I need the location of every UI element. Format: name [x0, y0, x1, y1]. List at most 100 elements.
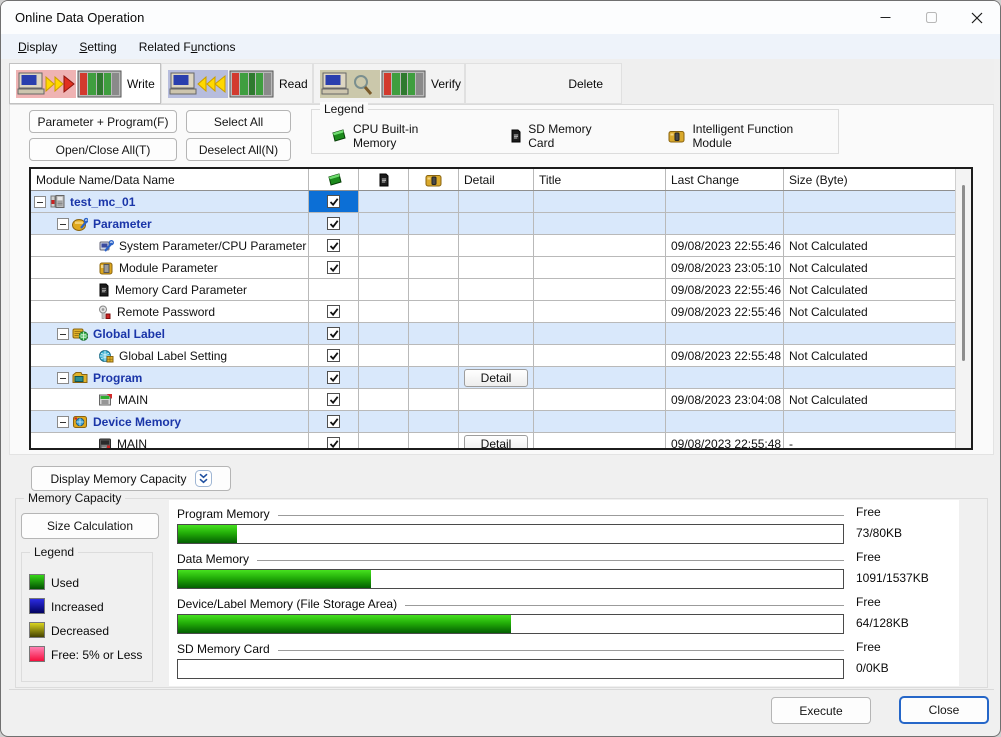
row-checkbox[interactable] [327, 437, 340, 448]
legend-swatch-increased [29, 598, 45, 614]
checkbox-cell [309, 257, 359, 278]
tree-name-cell: MAIN [31, 433, 309, 448]
parameter-icon [72, 217, 88, 231]
close-icon [971, 12, 983, 24]
table-row[interactable]: System Parameter/CPU Parameter09/08/2023… [31, 235, 955, 257]
row-checkbox[interactable] [327, 415, 340, 428]
row-checkbox[interactable] [327, 349, 340, 362]
checkbox-cell [309, 213, 359, 234]
parameter-program-button[interactable]: Parameter + Program(F) [29, 110, 177, 133]
tree-expander-icon[interactable] [57, 416, 69, 428]
memory-bar-label: Program Memory [177, 507, 270, 521]
intelligent-module-cell [409, 213, 459, 234]
table-row[interactable]: Device Memory [31, 411, 955, 433]
table-row[interactable]: Remote Password09/08/2023 22:55:46Not Ca… [31, 301, 955, 323]
memory-bar-group-program-memory: Program Memory [177, 507, 844, 521]
legend-swatch-used [29, 574, 45, 590]
size-cell [784, 367, 955, 388]
tree-expander-icon[interactable] [57, 372, 69, 384]
toolbar-tab-write[interactable]: Write [9, 63, 161, 104]
tree-name-cell: Global Label [31, 323, 309, 344]
detail-button[interactable]: Detail [464, 435, 528, 449]
intelligent-module-cell [409, 257, 459, 278]
table-scrollbar[interactable] [955, 169, 971, 448]
column-header-module-name: Module Name/Data Name [31, 169, 309, 190]
scrollbar-thumb[interactable] [962, 185, 965, 361]
global-label-icon [72, 327, 88, 341]
memory-bar-sd-memory-card [177, 659, 844, 679]
row-checkbox[interactable] [327, 327, 340, 340]
maximize-button[interactable] [908, 1, 954, 34]
title-cell [534, 433, 666, 448]
row-checkbox[interactable] [327, 217, 340, 230]
tree-item-label: Global Label Setting [119, 349, 227, 363]
free-title: Free [856, 550, 881, 564]
open-close-all-button[interactable]: Open/Close All(T) [29, 138, 177, 161]
table-row[interactable]: MAIN09/08/2023 23:04:08Not Calculated [31, 389, 955, 411]
execute-button[interactable]: Execute [771, 697, 871, 724]
row-checkbox[interactable] [327, 371, 340, 384]
tree-expander-icon[interactable] [57, 328, 69, 340]
menu-item-setting[interactable]: Setting [68, 37, 127, 57]
deselect-all-label: Deselect All(N) [199, 143, 278, 157]
size-cell: Not Calculated [784, 389, 955, 410]
last-change-cell [666, 191, 784, 212]
tree-item-label: test_mc_01 [70, 195, 135, 209]
minimize-button[interactable] [862, 1, 908, 34]
memory-bar-fill [178, 570, 371, 588]
column-header-last-change: Last Change [666, 169, 784, 190]
table-row[interactable]: Memory Card Parameter09/08/2023 22:55:46… [31, 279, 955, 301]
sd-card-cell [359, 191, 409, 212]
column-header-intelligent-function-module [409, 169, 459, 190]
toolbar: WriteReadVerifyDelete [9, 63, 622, 104]
memory-bar-label: SD Memory Card [177, 642, 270, 656]
legend-item-label: Intelligent Function Module [692, 122, 820, 150]
write-transfer-icon [16, 69, 122, 99]
title-cell [534, 367, 666, 388]
menu-item-related-functions[interactable]: Related Functions [128, 37, 247, 57]
tree-expander-icon[interactable] [34, 196, 46, 208]
deselect-all-button[interactable]: Deselect All(N) [186, 138, 291, 161]
row-checkbox[interactable] [327, 305, 340, 318]
free-value: 64/128KB [856, 616, 909, 630]
row-checkbox[interactable] [327, 239, 340, 252]
sd-card-cell [359, 235, 409, 256]
tree-expander-icon[interactable] [57, 218, 69, 230]
table-row[interactable]: MAINDetail09/08/2023 22:55:48- [31, 433, 955, 448]
row-checkbox[interactable] [327, 261, 340, 274]
table-row[interactable]: Global Label [31, 323, 955, 345]
close-window-button[interactable] [954, 1, 1000, 34]
free-title: Free [856, 505, 881, 519]
row-checkbox[interactable] [327, 393, 340, 406]
device-memory-icon [72, 415, 88, 429]
table-row[interactable]: test_mc_01 [31, 191, 955, 213]
size-cell [784, 191, 955, 212]
legend-item-intelligent-function-module: Intelligent Function Module [668, 122, 820, 150]
table-row[interactable]: Module Parameter09/08/2023 23:05:10Not C… [31, 257, 955, 279]
select-all-button[interactable]: Select All [186, 110, 291, 133]
select-all-label: Select All [214, 115, 263, 129]
display-memory-capacity-button[interactable]: Display Memory Capacity [31, 466, 231, 491]
display-memory-capacity-label: Display Memory Capacity [50, 472, 186, 486]
last-change-cell: 09/08/2023 22:55:46 [666, 235, 784, 256]
row-checkbox[interactable] [327, 195, 340, 208]
title-cell [534, 411, 666, 432]
memory-bar-fill [178, 615, 511, 633]
toolbar-tab-delete[interactable]: Delete [465, 63, 622, 104]
toolbar-tab-read[interactable]: Read [161, 63, 313, 104]
table-row[interactable]: Global Label Setting09/08/2023 22:55:48N… [31, 345, 955, 367]
tree-name-cell: test_mc_01 [31, 191, 309, 212]
toolbar-tab-verify[interactable]: Verify [313, 63, 465, 104]
memory-bar-group-device-label-memory-file-storage-area: Device/Label Memory (File Storage Area) [177, 597, 844, 611]
size-calculation-button[interactable]: Size Calculation [21, 513, 159, 539]
last-change-cell [666, 323, 784, 344]
title-cell [534, 191, 666, 212]
table-row[interactable]: ProgramDetail [31, 367, 955, 389]
detail-button[interactable]: Detail [464, 369, 528, 387]
table-row[interactable]: Parameter [31, 213, 955, 235]
checkbox-cell [309, 191, 359, 212]
close-button[interactable]: Close [899, 696, 989, 724]
memory-card-parameter-icon [98, 283, 110, 297]
legend-swatch-label: Increased [51, 600, 104, 614]
menu-item-display[interactable]: Display [7, 37, 68, 57]
